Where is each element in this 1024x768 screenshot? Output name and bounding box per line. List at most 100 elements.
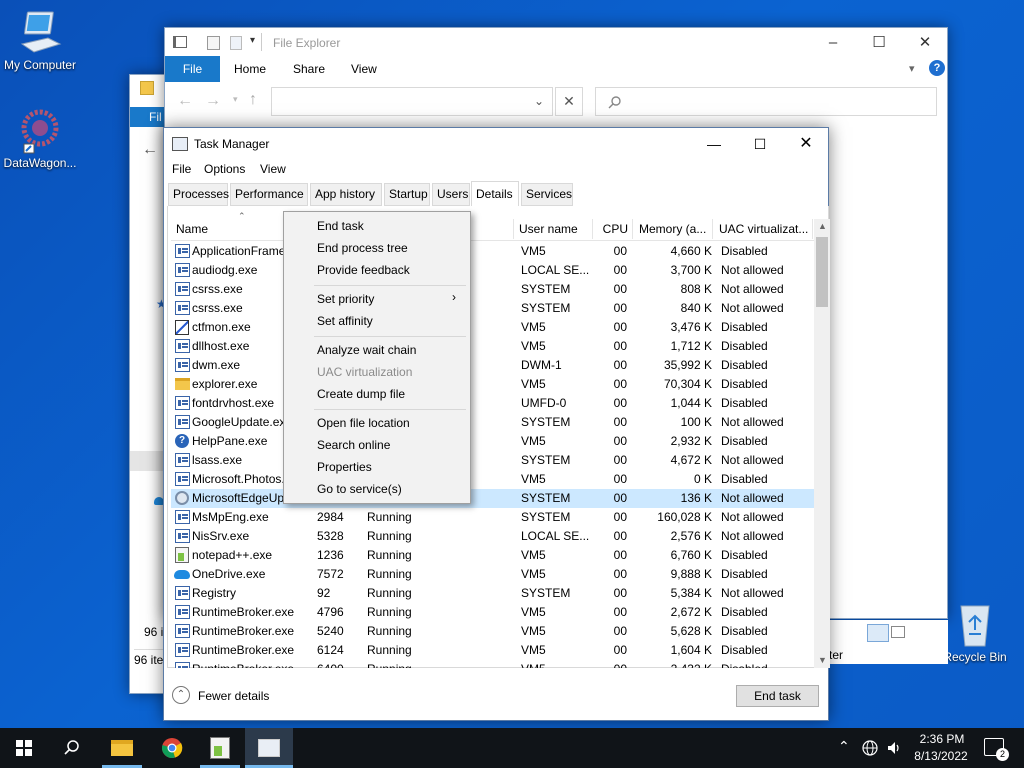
table-row[interactable]: NisSrv.exe 5328 Running LOCAL SE... 00 2,576 …: [171, 527, 814, 546]
table-row[interactable]: RuntimeBroker.exe6400 Running VM5 00 2,432 K…: [171, 660, 814, 668]
search-box[interactable]: [595, 87, 937, 116]
table-row[interactable]: RuntimeBroker.exe 6124 Running VM5 00 1,604 K…: [171, 641, 814, 660]
minimize-button[interactable]: –: [810, 28, 856, 58]
scroll-down-icon[interactable]: ▼: [818, 655, 827, 665]
chevron-up-icon[interactable]: ⌃: [172, 686, 190, 704]
start-button[interactable]: [0, 728, 48, 768]
desktop-icon-my-computer[interactable]: My Computer: [0, 8, 80, 72]
menu-item-open-file-location[interactable]: Open file location: [317, 416, 410, 430]
task-manager-window[interactable]: Task Manager — ☐ ✕ File Options View Pro…: [163, 127, 830, 721]
close-button[interactable]: ✕: [902, 28, 948, 58]
menu-item-go-to-services[interactable]: Go to service(s): [317, 482, 402, 496]
menu-file[interactable]: File: [172, 162, 191, 176]
vertical-scrollbar[interactable]: ▲ ▼: [814, 219, 830, 668]
menu-options[interactable]: Options: [204, 162, 245, 176]
tab-share[interactable]: Share: [293, 56, 325, 82]
taskbar-file-explorer[interactable]: [98, 728, 146, 768]
table-row[interactable]: OneDrive.exe 7572 Running VM5 00 9,888 K Disab…: [171, 565, 814, 584]
chevron-down-icon[interactable]: ▾: [250, 35, 255, 46]
address-bar[interactable]: ⌄: [271, 87, 553, 116]
cell-pid: 1236: [317, 548, 344, 562]
menu-view[interactable]: View: [260, 162, 286, 176]
table-row[interactable]: fontdrvhost.exe UMFD-0 00 1,044 K Disabled: [171, 394, 814, 413]
clock-date[interactable]: 8/13/2022: [908, 749, 974, 763]
network-globe-icon[interactable]: [862, 740, 878, 756]
table-row[interactable]: lsass.exe SYSTEM 00 4,672 K Not allowed: [171, 451, 814, 470]
column-header-user-name[interactable]: User name: [515, 219, 593, 239]
tab-performance[interactable]: Performance: [230, 183, 308, 206]
table-row[interactable]: Registry 92 Running SYSTEM 00 5,384 K Not allo…: [171, 584, 814, 603]
table-row[interactable]: GoogleUpdate.exe SYSTEM 00 100 K Not allowed: [171, 413, 814, 432]
fewer-details-link[interactable]: Fewer details: [198, 689, 269, 703]
table-row[interactable]: Microsoft.Photos. VM5 00 0 K Disabled: [171, 470, 814, 489]
menu-item-set-affinity[interactable]: Set affinity: [317, 314, 373, 328]
table-row[interactable]: csrss.exe SYSTEM 00 840 K Not allowed: [171, 299, 814, 318]
scroll-up-icon[interactable]: ▲: [818, 221, 827, 231]
address-dropdown-icon[interactable]: ⌄: [534, 94, 544, 108]
minimize-button[interactable]: —: [691, 130, 737, 158]
table-row[interactable]: MsMpEng.exe 2984 Running SYSTEM 00 160,028 K N…: [171, 508, 814, 527]
menu-item-end-process-tree[interactable]: End process tree: [317, 241, 408, 255]
up-arrow-icon[interactable]: ↑: [249, 91, 257, 109]
search-button[interactable]: [48, 728, 96, 768]
column-header-cpu[interactable]: CPU: [594, 219, 633, 239]
close-button[interactable]: ✕: [783, 130, 829, 158]
tab-app-history[interactable]: App history: [310, 183, 382, 206]
menu-item-properties[interactable]: Properties: [317, 460, 372, 474]
column-header-uac[interactable]: UAC virtualizat...: [715, 219, 813, 239]
table-row[interactable]: MicrosoftEdgeUpd SYSTEM 00 136 K Not allowed: [171, 489, 814, 508]
help-icon[interactable]: ?: [929, 60, 945, 76]
table-row[interactable]: RuntimeBroker.exe 4796 Running VM5 00 2,672 K…: [171, 603, 814, 622]
taskbar-notepad-plus[interactable]: [196, 728, 244, 768]
table-row[interactable]: audiodg.exe LOCAL SE... 00 3,700 K Not allow…: [171, 261, 814, 280]
large-icons-view-icon[interactable]: [891, 626, 905, 638]
tab-startup[interactable]: Startup: [384, 183, 430, 206]
cell-status: Running: [367, 660, 437, 668]
back-arrow-icon[interactable]: ←: [142, 141, 158, 159]
clock-time[interactable]: 2:36 PM: [912, 732, 972, 746]
ribbon-expand-icon[interactable]: ▾: [909, 62, 915, 75]
table-row[interactable]: ctfmon.exe VM5 00 3,476 K Disabled: [171, 318, 814, 337]
show-hidden-icons-chevron-icon[interactable]: ⌃: [838, 738, 850, 755]
table-row[interactable]: notepad++.exe 1236 Running VM5 00 6,760 K Disa…: [171, 546, 814, 565]
maximize-button[interactable]: ☐: [856, 28, 902, 58]
cell-user: VM5: [521, 320, 546, 334]
menu-item-analyze-wait-chain[interactable]: Analyze wait chain: [317, 343, 416, 357]
taskbar-task-manager[interactable]: [245, 728, 293, 768]
details-view-icon[interactable]: [867, 624, 889, 642]
tab-services[interactable]: Services: [521, 183, 573, 206]
new-folder-icon[interactable]: [230, 36, 242, 50]
recent-chevron-icon[interactable]: ▾: [233, 94, 238, 105]
menu-item-create-dump-file[interactable]: Create dump file: [317, 387, 405, 401]
table-row[interactable]: dllhost.exe VM5 00 1,712 K Disabled: [171, 337, 814, 356]
divider: [261, 33, 262, 51]
menu-item-provide-feedback[interactable]: Provide feedback: [317, 263, 410, 277]
properties-icon[interactable]: [207, 36, 220, 50]
tab-details[interactable]: Details: [471, 181, 519, 207]
tab-file[interactable]: File: [165, 56, 220, 82]
tab-home[interactable]: Home: [234, 56, 266, 82]
table-row[interactable]: explorer.exe VM5 00 70,304 K Disabled: [171, 375, 814, 394]
desktop-icon-datawagon[interactable]: DataWagon...: [0, 104, 80, 170]
volume-icon[interactable]: [886, 740, 902, 756]
taskbar-chrome[interactable]: [148, 728, 196, 768]
end-task-button[interactable]: End task: [736, 685, 819, 707]
table-row[interactable]: ? HelpPane.exe VM5 00 2,932 K Disabled: [171, 432, 814, 451]
menu-item-set-priority[interactable]: Set priority: [317, 292, 374, 306]
tab-view[interactable]: View: [351, 56, 377, 82]
menu-item-search-online[interactable]: Search online: [317, 438, 390, 452]
table-row[interactable]: dwm.exe DWM-1 00 35,992 K Disabled: [171, 356, 814, 375]
tab-users[interactable]: Users: [432, 183, 470, 206]
back-arrow-icon[interactable]: ←: [177, 92, 193, 110]
cancel-icon[interactable]: ✕: [555, 87, 583, 116]
maximize-button[interactable]: ☐: [737, 130, 783, 158]
table-row[interactable]: csrss.exe SYSTEM 00 808 K Not allowed: [171, 280, 814, 299]
cell-cpu: 00: [613, 643, 627, 657]
table-row[interactable]: ApplicationFrame VM5 00 4,660 K Disabled: [171, 242, 814, 261]
scrollbar-thumb[interactable]: [816, 237, 828, 307]
menu-item-end-task[interactable]: End task: [317, 219, 364, 233]
forward-arrow-icon[interactable]: →: [205, 92, 221, 110]
column-header-memory[interactable]: Memory (a...: [635, 219, 713, 239]
tab-processes[interactable]: Processes: [168, 183, 229, 206]
table-row[interactable]: RuntimeBroker.exe 5240 Running VM5 00 5,628 K…: [171, 622, 814, 641]
